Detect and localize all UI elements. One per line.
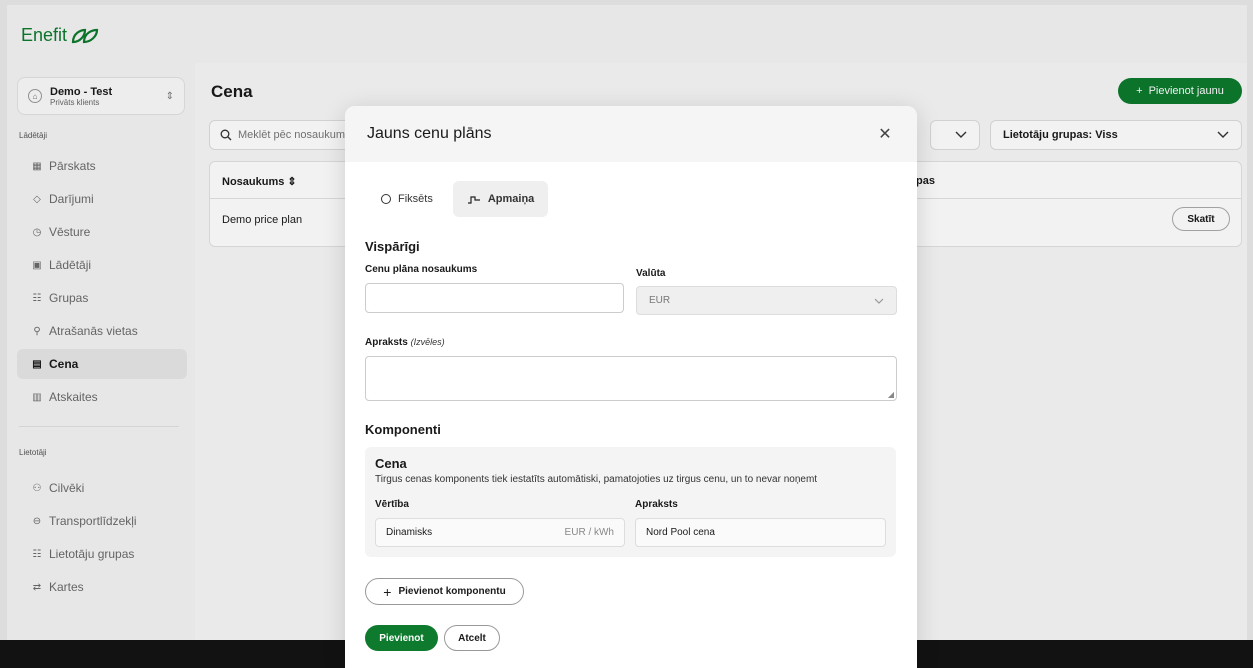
tab-exchange[interactable]: Apmaiņa bbox=[452, 181, 549, 217]
component-title: Cena bbox=[375, 456, 407, 471]
plus-icon: + bbox=[383, 583, 392, 600]
add-component-button[interactable]: + Pievienot komponentu bbox=[365, 578, 524, 605]
submit-button[interactable]: Pievienot bbox=[365, 625, 438, 651]
currency-value: EUR bbox=[649, 295, 671, 306]
component-description: Tirgus cenas komponents tiek iestatīts a… bbox=[375, 474, 818, 485]
price-type-toggle: Fiksēts Apmaiņa bbox=[367, 181, 549, 217]
component-desc-field: Nord Pool cena bbox=[635, 518, 886, 547]
resize-handle-icon[interactable]: ◢ bbox=[888, 390, 894, 399]
currency-label: Valūta bbox=[636, 268, 666, 279]
tab-label: Apmaiņa bbox=[487, 193, 535, 205]
optional-hint: (Izvēles) bbox=[410, 337, 445, 347]
component-value: Dinamisks bbox=[386, 527, 433, 538]
tab-fixed[interactable]: Fiksēts bbox=[367, 181, 447, 217]
component-unit: EUR / kWh bbox=[564, 527, 614, 538]
cancel-button[interactable]: Atcelt bbox=[444, 625, 500, 651]
dialog-title: Jauns cenu plāns bbox=[367, 125, 492, 142]
radio-icon bbox=[381, 194, 391, 204]
description-textarea[interactable]: ◢ bbox=[365, 356, 897, 401]
add-component-label: Pievienot komponentu bbox=[398, 586, 506, 597]
step-chart-icon bbox=[467, 196, 480, 204]
components-heading: Komponenti bbox=[365, 422, 441, 437]
price-plan-name-input[interactable] bbox=[365, 283, 624, 313]
dialog-header: Jauns cenu plāns ✕ bbox=[345, 106, 917, 162]
description-label: Apraksts (Izvēles) bbox=[365, 337, 445, 348]
description-label-text: Apraksts bbox=[365, 337, 408, 348]
chevron-down-icon bbox=[874, 298, 884, 304]
name-label: Cenu plāna nosaukums bbox=[365, 264, 478, 275]
price-component-card: Cena Tirgus cenas komponents tiek iestat… bbox=[365, 447, 896, 557]
new-price-plan-dialog: Jauns cenu plāns ✕ Fiksēts Apmaiņa Vispā… bbox=[345, 106, 917, 668]
value-label: Vērtība bbox=[375, 499, 409, 510]
close-icon[interactable]: ✕ bbox=[875, 124, 895, 144]
component-desc-label: Apraksts bbox=[635, 499, 678, 510]
component-value-field: Dinamisks EUR / kWh bbox=[375, 518, 625, 547]
tab-label: Fiksēts bbox=[398, 193, 433, 205]
general-heading: Vispārīgi bbox=[365, 239, 420, 254]
component-desc-value: Nord Pool cena bbox=[646, 527, 715, 538]
currency-select[interactable]: EUR bbox=[636, 286, 897, 315]
